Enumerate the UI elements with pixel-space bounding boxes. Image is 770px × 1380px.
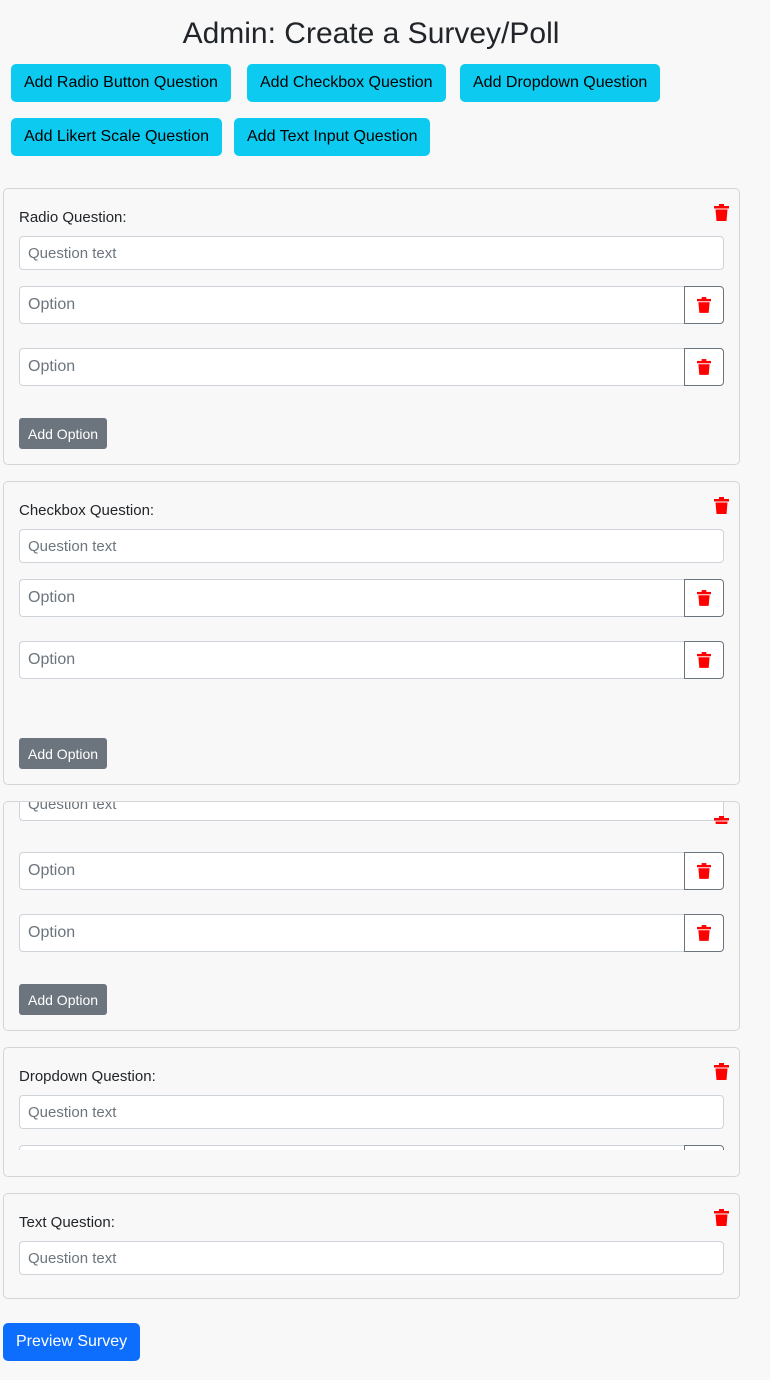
trash-icon bbox=[697, 863, 711, 879]
text-question-card: Text Question: bbox=[3, 1193, 740, 1299]
add-option-button[interactable]: Add Option bbox=[19, 738, 108, 769]
option-row bbox=[19, 852, 724, 890]
delete-option-button[interactable] bbox=[684, 914, 724, 952]
option-input[interactable] bbox=[19, 852, 684, 890]
option-row bbox=[19, 1145, 724, 1150]
option-input[interactable] bbox=[19, 286, 684, 324]
trash-icon bbox=[713, 815, 729, 824]
option-input[interactable] bbox=[19, 914, 684, 952]
delete-question-button[interactable] bbox=[712, 202, 730, 222]
add-option-button[interactable]: Add Option bbox=[19, 984, 108, 1015]
delete-question-button[interactable] bbox=[712, 814, 730, 824]
add-option-button[interactable]: Add Option bbox=[19, 418, 108, 449]
delete-question-button[interactable] bbox=[712, 495, 730, 515]
trash-icon bbox=[697, 925, 711, 941]
add-radio-question-button[interactable]: Add Radio Button Question bbox=[11, 64, 231, 102]
option-row bbox=[19, 286, 724, 324]
scrolled-question-card: Add Option bbox=[3, 801, 740, 1031]
trash-icon bbox=[697, 297, 711, 313]
question-text-input[interactable] bbox=[19, 1095, 724, 1129]
delete-question-button[interactable] bbox=[712, 1061, 730, 1081]
question-label: Text Question: bbox=[19, 1214, 115, 1231]
add-likert-question-button[interactable]: Add Likert Scale Question bbox=[11, 118, 222, 156]
preview-survey-button[interactable]: Preview Survey bbox=[3, 1323, 141, 1361]
trash-icon bbox=[713, 203, 729, 221]
delete-question-button[interactable] bbox=[712, 1207, 730, 1227]
add-dropdown-question-button[interactable]: Add Dropdown Question bbox=[460, 64, 661, 102]
dropdown-question-card: Dropdown Question: bbox=[3, 1047, 740, 1177]
option-row bbox=[19, 579, 724, 617]
trash-icon bbox=[713, 496, 729, 514]
option-row bbox=[19, 914, 724, 952]
question-text-input[interactable] bbox=[19, 1241, 724, 1275]
question-label: Radio Question: bbox=[19, 209, 127, 226]
radio-question-card: Radio Question: Add Option bbox=[3, 188, 740, 465]
delete-option-button[interactable] bbox=[684, 286, 724, 324]
question-text-input[interactable] bbox=[19, 802, 724, 821]
delete-option-button[interactable] bbox=[684, 1145, 724, 1150]
trash-icon bbox=[697, 359, 711, 375]
add-text-question-button[interactable]: Add Text Input Question bbox=[234, 118, 431, 156]
add-checkbox-question-button[interactable]: Add Checkbox Question bbox=[247, 64, 446, 102]
option-input[interactable] bbox=[19, 579, 684, 617]
option-input[interactable] bbox=[19, 1145, 684, 1150]
page-title: Admin: Create a Survey/Poll bbox=[182, 17, 560, 50]
option-input[interactable] bbox=[19, 348, 684, 386]
question-label: Dropdown Question: bbox=[19, 1068, 156, 1085]
question-label: Checkbox Question: bbox=[19, 502, 155, 519]
delete-option-button[interactable] bbox=[684, 641, 724, 679]
checkbox-question-card: Checkbox Question: Add Option bbox=[3, 481, 740, 785]
trash-icon bbox=[697, 590, 711, 606]
trash-icon bbox=[697, 652, 711, 668]
delete-option-button[interactable] bbox=[684, 852, 724, 890]
scroll-clip bbox=[4, 802, 739, 824]
delete-option-button[interactable] bbox=[684, 348, 724, 386]
trash-icon bbox=[713, 1208, 729, 1226]
trash-icon bbox=[713, 1062, 729, 1080]
delete-option-button[interactable] bbox=[684, 579, 724, 617]
clipped-option-row bbox=[4, 1145, 739, 1150]
option-row bbox=[19, 348, 724, 386]
option-row bbox=[19, 641, 724, 679]
question-text-input[interactable] bbox=[19, 529, 724, 563]
question-text-input[interactable] bbox=[19, 236, 724, 270]
option-input[interactable] bbox=[19, 641, 684, 679]
